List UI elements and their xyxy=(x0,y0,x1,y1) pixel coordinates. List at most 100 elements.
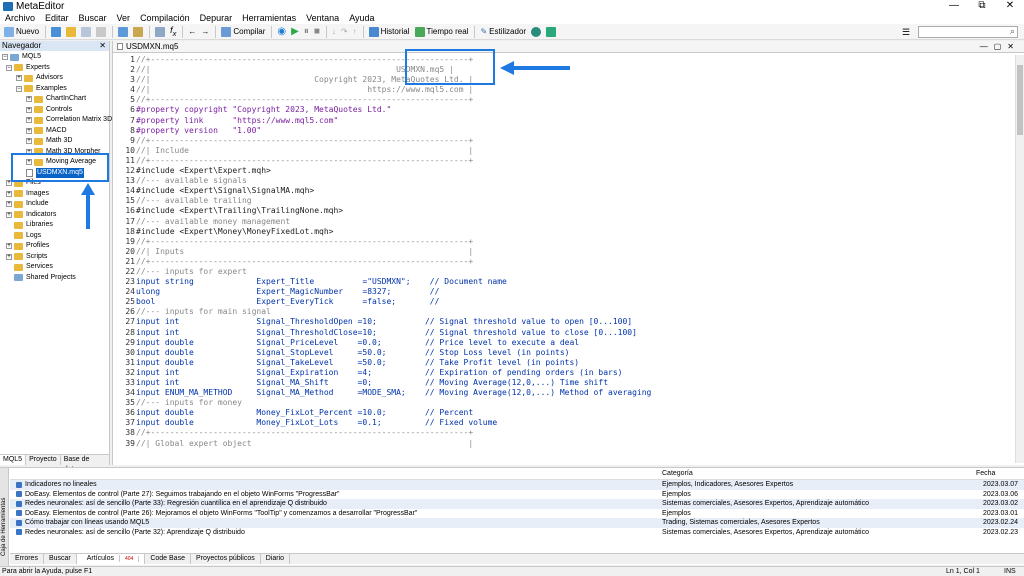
code-line[interactable]: 19//+-----------------------------------… xyxy=(113,237,1013,247)
code-line[interactable]: 3//| Copyright 2023, MetaQuotes Ltd. | xyxy=(113,75,1013,85)
tree-item-advisors[interactable]: + Advisors xyxy=(16,73,63,83)
code-line[interactable]: 12#include <Expert\Expert.mqh> xyxy=(113,166,1013,176)
navigator-close-button[interactable]: ✕ xyxy=(99,41,106,51)
code-line[interactable]: 18#include <Expert\Money\MoneyFixedLot.m… xyxy=(113,227,1013,237)
tree-item-macd[interactable]: + MACD xyxy=(26,126,67,136)
column-header-category[interactable]: Categoría xyxy=(662,468,693,480)
menu-buscar[interactable]: Buscar xyxy=(74,12,112,24)
tree-item-logs[interactable]: Logs xyxy=(14,231,41,241)
menu-herramientas[interactable]: Herramientas xyxy=(237,12,301,24)
menu-ver[interactable]: Ver xyxy=(112,12,136,24)
save-all-button[interactable] xyxy=(94,25,108,38)
code-line[interactable]: 35//--- inputs for money xyxy=(113,398,1013,408)
code-line[interactable]: 31input double Signal_TakeLevel =50.0; /… xyxy=(113,358,1013,368)
tree-item-services[interactable]: Services xyxy=(14,262,53,272)
layout-button[interactable] xyxy=(131,25,145,38)
code-line[interactable]: 36input double Money_FixLot_Percent =10.… xyxy=(113,408,1013,418)
tree-item-scripts[interactable]: + Scripts xyxy=(6,252,47,262)
code-line[interactable]: 22//--- inputs for expert xyxy=(113,267,1013,277)
code-line[interactable]: 17//--- available money management xyxy=(113,217,1013,227)
code-line[interactable]: 25bool Expert_EveryTick =false; // xyxy=(113,297,1013,307)
code-line[interactable]: 9//+------------------------------------… xyxy=(113,136,1013,146)
tree-item-libraries[interactable]: Libraries xyxy=(14,220,53,230)
tab-mql5[interactable]: MQL5 xyxy=(0,455,27,465)
code-line[interactable]: 37input double Money_FixLot_Lots =0.1; /… xyxy=(113,418,1013,428)
table-row[interactable]: Redes neuronales: así de sencillo (Parte… xyxy=(10,528,1024,538)
code-line[interactable]: 30input double Signal_StopLevel =50.0; /… xyxy=(113,348,1013,358)
tab-articulos[interactable]: Artículos 404 xyxy=(76,554,146,564)
code-area[interactable]: 1 //+------------------------------------… xyxy=(113,55,1013,461)
code-line[interactable]: 34input ENUM_MA_METHOD Signal_MA_Method … xyxy=(113,388,1013,398)
tree-item-controls[interactable]: + Controls xyxy=(26,105,72,115)
minimize-button[interactable]: — xyxy=(940,0,968,12)
tree-item-indicators[interactable]: + Indicators xyxy=(6,210,56,220)
back-button[interactable]: ← xyxy=(186,25,198,38)
code-line[interactable]: 15//--- available trailing xyxy=(113,196,1013,206)
code-line[interactable]: 29input double Signal_PriceLevel =0.0; /… xyxy=(113,338,1013,348)
tree-item-chartinchart[interactable]: + ChartInChart xyxy=(26,94,86,104)
table-row[interactable]: DoEasy. Elementos de control (Parte 26):… xyxy=(10,509,1024,519)
code-line[interactable]: 27input int Signal_ThresholdOpen =10; //… xyxy=(113,317,1013,327)
realtime-button[interactable]: Tiempo real xyxy=(413,25,471,38)
code-line[interactable]: 39//| Global expert object | xyxy=(113,439,1013,449)
editor-window-controls[interactable]: —▢✕ xyxy=(980,41,1020,53)
tab-proyecto[interactable]: Proyecto xyxy=(26,455,61,465)
code-line[interactable]: 5//+------------------------------------… xyxy=(113,95,1013,105)
community-button[interactable] xyxy=(529,25,543,38)
step-into-button[interactable]: ↓ xyxy=(330,25,338,38)
tree-item-examples[interactable]: − Examples xyxy=(16,84,67,94)
step-over-button[interactable]: ↷ xyxy=(339,25,350,38)
wizard-button[interactable] xyxy=(153,25,167,38)
function-button[interactable]: fx xyxy=(168,25,178,38)
menu-archivo[interactable]: Archivo xyxy=(0,12,40,24)
code-line[interactable]: 23input string Expert_Title ="USDMXN"; /… xyxy=(113,277,1013,287)
code-line[interactable]: 8#property version "1.00" xyxy=(113,126,1013,136)
debug-play-button[interactable]: ▶ xyxy=(289,25,301,38)
code-line[interactable]: 4//| https://www.mql5.com | xyxy=(113,85,1013,95)
tab-base-de-datos[interactable]: Base de datos xyxy=(61,455,110,473)
tree-item-mql5[interactable]: − MQL5 xyxy=(2,52,41,62)
step-out-button[interactable]: ↑ xyxy=(351,25,359,38)
menu-editar[interactable]: Editar xyxy=(40,12,74,24)
code-line[interactable]: 32input int Signal_Expiration =4; // Exp… xyxy=(113,368,1013,378)
filter-button[interactable]: ☰ xyxy=(900,26,912,39)
code-line[interactable]: 38//+-----------------------------------… xyxy=(113,428,1013,438)
new-doc-button[interactable] xyxy=(49,25,63,38)
stop-button[interactable]: ■ xyxy=(312,25,322,38)
tree-item-math3d[interactable]: + Math 3D xyxy=(26,136,72,146)
code-line[interactable]: 11//+-----------------------------------… xyxy=(113,156,1013,166)
menu-ventana[interactable]: Ventana xyxy=(301,12,344,24)
table-row[interactable]: Indicadores no lineales Ejemplos, Indicad… xyxy=(10,480,1024,490)
tab-proyectos-publicos[interactable]: Proyectos públicos xyxy=(191,554,261,564)
code-line[interactable]: 21//+-----------------------------------… xyxy=(113,257,1013,267)
view-button[interactable] xyxy=(116,25,130,38)
code-line[interactable]: 16#include <Expert\Trailing\TrailingNone… xyxy=(113,206,1013,216)
open-button[interactable] xyxy=(64,25,78,38)
tab-diario[interactable]: Diario xyxy=(261,554,291,564)
code-line[interactable]: 14#include <Expert\Signal\SignalMA.mqh> xyxy=(113,186,1013,196)
vertical-scrollbar[interactable] xyxy=(1015,55,1024,463)
code-line[interactable]: 13//--- available signals xyxy=(113,176,1013,186)
code-line[interactable]: 10//| Include | xyxy=(113,146,1013,156)
tab-buscar[interactable]: Buscar xyxy=(44,554,77,564)
column-header-date[interactable]: Fecha xyxy=(976,468,1020,480)
tree-item-shared-projects[interactable]: Shared Projects xyxy=(14,273,76,283)
search-input[interactable]: ⌕ xyxy=(918,26,1018,38)
menu-compilacion[interactable]: Compilación xyxy=(135,12,195,24)
tree-item-profiles[interactable]: + Profiles xyxy=(6,241,49,251)
code-line[interactable]: 33input int Signal_MA_Shift =0; // Movin… xyxy=(113,378,1013,388)
close-button[interactable]: ✕ xyxy=(996,0,1024,12)
code-line[interactable]: 24ulong Expert_MagicNumber =8327; // xyxy=(113,287,1013,297)
save-button[interactable] xyxy=(79,25,93,38)
code-line[interactable]: 26//--- inputs for main signal xyxy=(113,307,1013,317)
styler-button[interactable]: ✎ Estilizador xyxy=(478,25,528,38)
menu-depurar[interactable]: Depurar xyxy=(195,12,238,24)
forward-button[interactable]: → xyxy=(199,25,211,38)
terminal-button[interactable] xyxy=(544,25,558,38)
tree-item-images[interactable]: + Images xyxy=(6,189,49,199)
editor-tab[interactable]: USDMXN.mq5 —▢✕ xyxy=(113,41,1024,53)
debug-start-button[interactable]: ◉ xyxy=(275,25,288,38)
menu-ayuda[interactable]: Ayuda xyxy=(344,12,379,24)
code-line[interactable]: 6#property copyright "Copyright 2023, Me… xyxy=(113,105,1013,115)
table-row[interactable]: Redes neuronales: así de sencillo (Parte… xyxy=(10,499,1024,509)
